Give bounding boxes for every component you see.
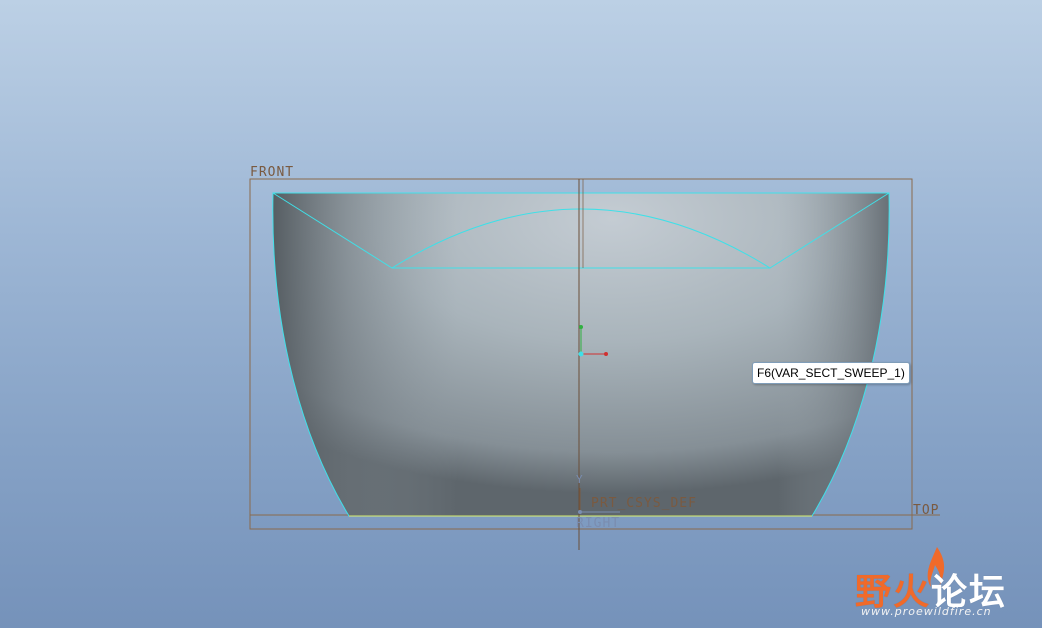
datum-label-right[interactable]: RIGHT	[576, 516, 620, 531]
datum-label-front[interactable]: FRONT	[250, 165, 294, 180]
feature-tooltip: F6(VAR_SECT_SWEEP_1)	[752, 362, 910, 384]
graphics-window[interactable]: FRONT TOP RIGHT PRT_CSYS_DEF Y F6(VAR_SE…	[0, 0, 1042, 628]
csys-y-label: Y	[576, 473, 584, 486]
watermark-url: www.proewildfire.cn	[861, 605, 992, 618]
watermark-logo: 野火论坛 www.proewildfire.cn	[855, 545, 1035, 623]
datum-label-top[interactable]: TOP	[913, 503, 939, 518]
csys-label[interactable]: PRT_CSYS_DEF	[591, 496, 697, 511]
model-canvas[interactable]	[0, 0, 1042, 628]
